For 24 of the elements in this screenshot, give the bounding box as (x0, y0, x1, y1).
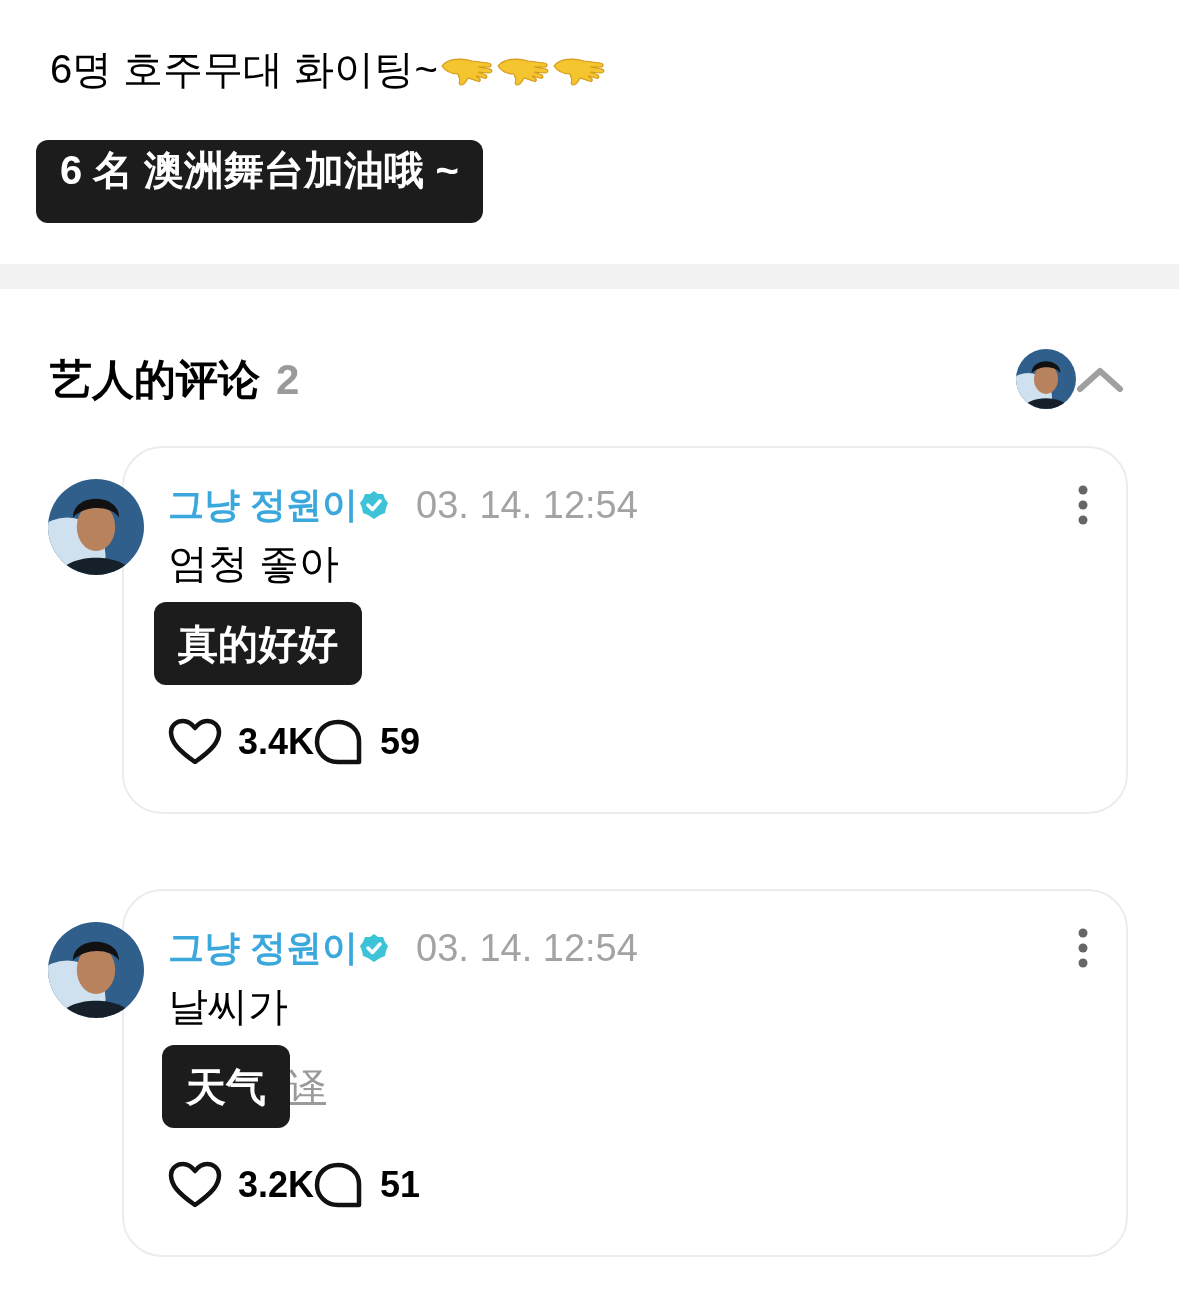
more-options-icon[interactable] (1078, 485, 1088, 525)
author-name[interactable]: 그냥 정원이 (168, 921, 358, 975)
avatar[interactable] (1016, 349, 1076, 409)
comment-count: 2 (276, 354, 300, 405)
comment-time: 03. 14. 12:54 (416, 482, 638, 528)
reply-count: 59 (380, 720, 421, 764)
caption-box: 真的好好 (154, 602, 362, 685)
heart-icon[interactable] (168, 1161, 222, 1209)
heart-icon[interactable] (168, 718, 222, 766)
comment-text: 날씨가 (168, 983, 288, 1030)
author-name[interactable]: 그냥 정원이 (168, 478, 358, 532)
reply-count: 51 (380, 1163, 421, 1207)
section-title: 艺人的评论 (50, 354, 260, 405)
comment-bubble-icon[interactable] (314, 719, 363, 765)
comment-time: 03. 14. 12:54 (416, 925, 638, 971)
translate-link[interactable]: 译 (288, 1059, 326, 1116)
like-count: 3.2K (238, 1163, 315, 1207)
like-count: 3.4K (238, 720, 315, 764)
caption-box: 6 名 澳洲舞台加油哦 ~ (36, 140, 483, 223)
caption-box: 天气 (162, 1045, 290, 1128)
comment-text: 엄청 좋아 (168, 540, 340, 587)
comment-bubble-icon[interactable] (314, 1162, 363, 1208)
post-text: 6명 호주무대 화이팅~ (50, 49, 438, 89)
more-options-icon[interactable] (1078, 928, 1088, 968)
